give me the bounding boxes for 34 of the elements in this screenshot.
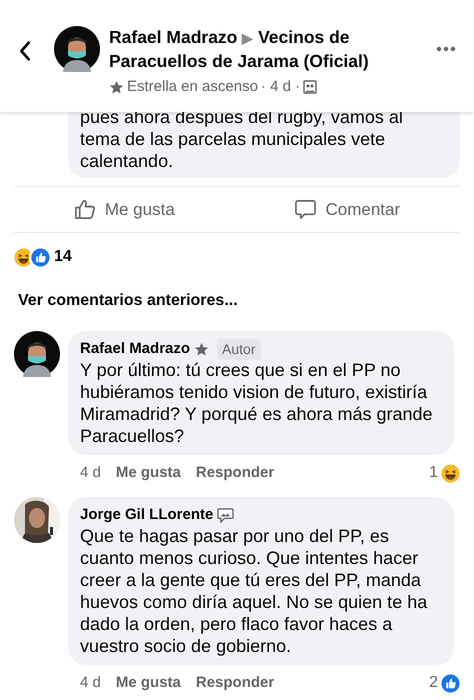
like-reaction-icon [31,248,50,266]
star-icon [194,342,210,356]
comment-author[interactable]: Jorge Gil LLorente [80,504,214,526]
comment-button[interactable]: Comentar [286,192,408,226]
more-options-icon[interactable] [436,46,456,52]
haha-reaction-icon [14,248,33,266]
avatar-icon[interactable] [14,331,60,377]
reaction-count[interactable]: 1 [429,461,438,485]
post-time: · 4 d · [260,77,300,97]
reaction-count[interactable]: 14 [54,245,72,269]
comment-time: 4 d [80,462,101,483]
back-icon[interactable] [18,40,32,62]
speech-bubble-icon [217,508,234,522]
group-icon [303,80,318,94]
reply-link[interactable]: Responder [196,672,274,694]
badge-label: Estrella en ascenso [127,77,258,97]
comment-author[interactable]: Rafael Madrazo [80,338,190,360]
star-icon [109,80,124,95]
comment-text: Y por último: tú crees que si en el PP no hubiéramos tenido vision de futuro, existiría Miramadrid? Y porqué es ahora más grande Paracuellos? [80,359,434,447]
comment-time: 4 d [80,672,101,693]
reaction-count[interactable]: 2 [429,671,438,695]
like-link[interactable]: Me gusta [116,462,181,484]
haha-reaction-icon [441,464,460,482]
reply-link[interactable]: Responder [196,462,274,484]
comment-text: Que te hagas pasar por uno del PP, es cuanto menos curioso. Que intentes hacer creer a la gente que tú eres del PP, manda huevos como diría aquel. No se quien te ha dado la orden, pero flaco favor haces a vuestro socio de gobierno. [80,525,428,657]
post-title: Rafael Madrazo ▶ Vecinos de Paracuellos de Jarama (Oficial) [109,26,370,73]
more-comments-link[interactable]: Ver comentarios anteriores... [18,289,238,313]
speech-bubble-icon [294,198,318,221]
like-link[interactable]: Me gusta [116,672,181,694]
avatar-icon[interactable] [54,26,100,72]
like-button[interactable]: Me gusta [66,192,183,226]
like-reaction-icon [441,674,460,692]
thumbs-up-icon [74,198,97,221]
author-tag: Autor [217,338,261,360]
